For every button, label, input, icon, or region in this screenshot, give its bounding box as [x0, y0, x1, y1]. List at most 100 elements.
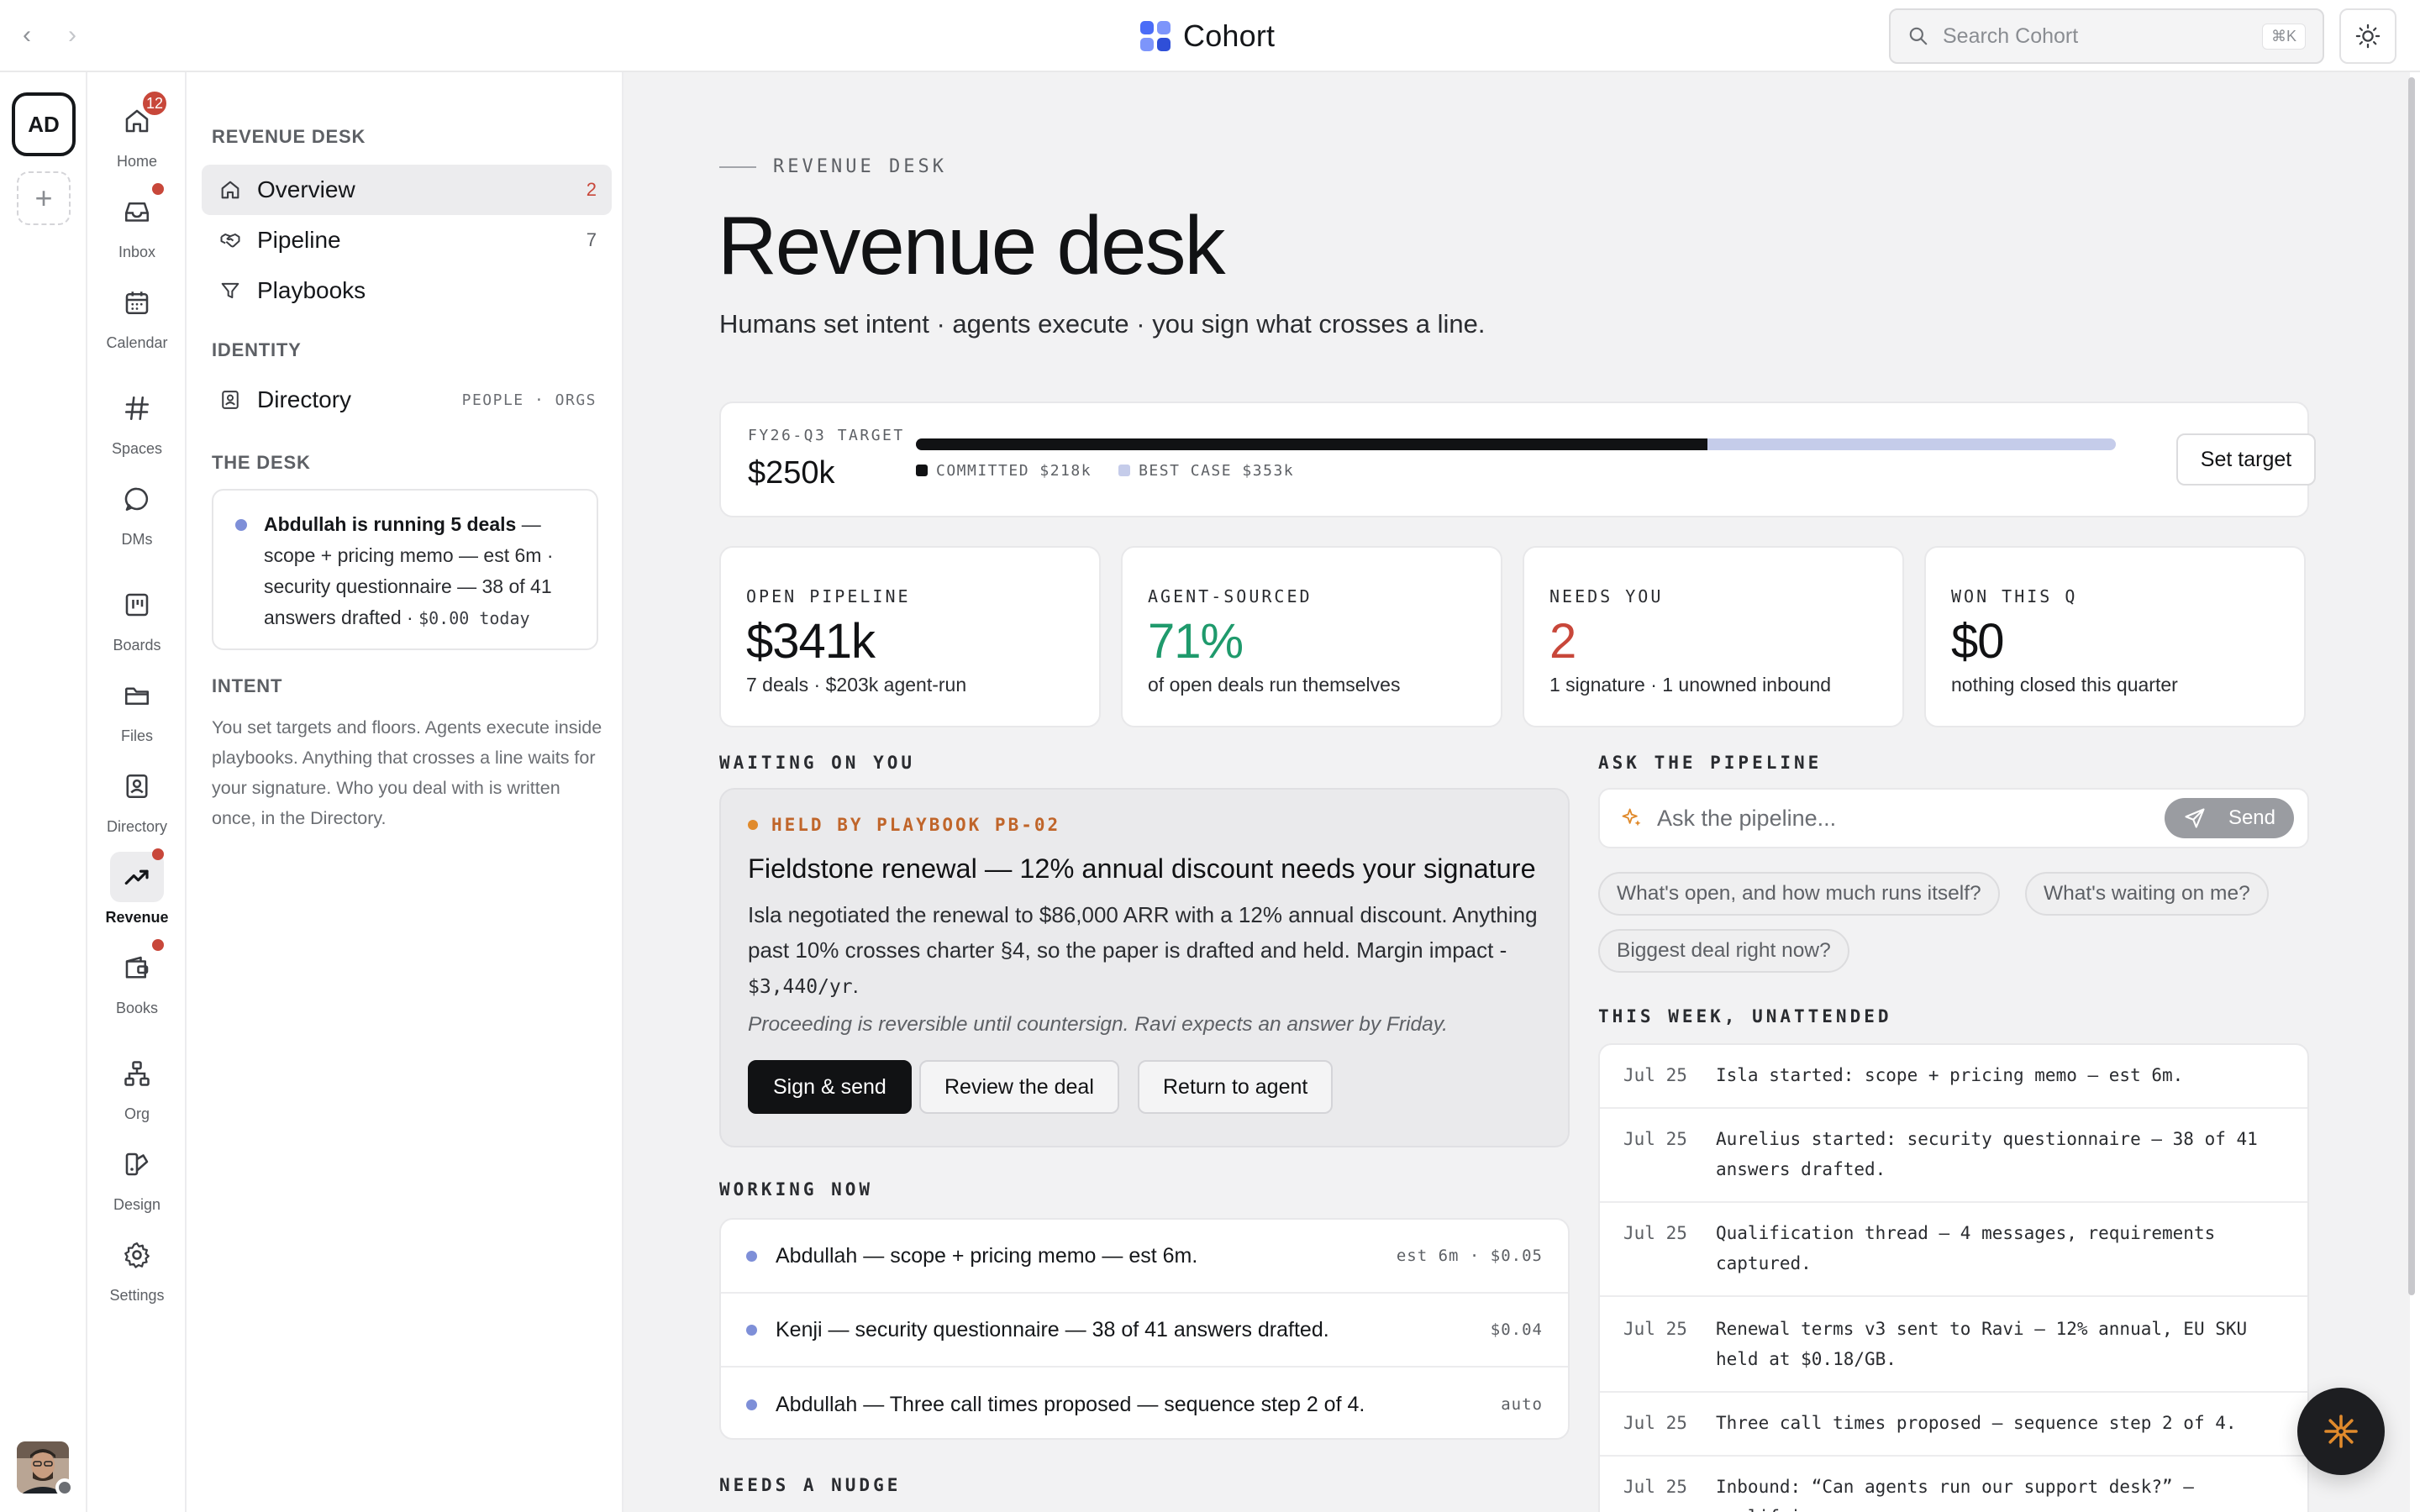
app-label: Directory — [106, 818, 167, 835]
work-item-meta: auto — [1501, 1395, 1543, 1414]
stat-card-won-this-q[interactable]: WON THIS Q $0 nothing closed this quarte… — [1924, 546, 2306, 727]
app-home[interactable]: 12 Home — [87, 89, 187, 180]
ask-pipeline-input[interactable] — [1657, 805, 2165, 832]
app-settings[interactable]: Settings — [87, 1230, 187, 1314]
list-item[interactable]: Jul 25 Qualification thread — 4 messages… — [1600, 1203, 2307, 1297]
workspace-switcher-ad[interactable]: AD — [12, 92, 76, 156]
app-rail: 12 Home Inbox Calendar Spaces DMs Boards — [87, 72, 187, 1512]
app-files[interactable]: Files — [87, 670, 187, 754]
brand[interactable]: Cohort — [1139, 17, 1275, 55]
return-to-agent-button[interactable]: Return to agent — [1138, 1060, 1334, 1114]
event-date: Jul 25 — [1623, 1477, 1687, 1497]
work-item-meta: est 6m · $0.05 — [1396, 1247, 1543, 1265]
event-date: Jul 25 — [1623, 1319, 1687, 1339]
list-item[interactable]: Jul 25 Renewal terms v3 sent to Ravi — 1… — [1600, 1297, 2307, 1393]
committed-progress-fill — [916, 438, 1708, 450]
search-input[interactable] — [1943, 24, 2262, 49]
list-item[interactable]: Jul 25 Three call times proposed — seque… — [1600, 1393, 2307, 1457]
sidebar-section-identity: IDENTITY — [212, 339, 302, 360]
app-books[interactable]: Books — [87, 939, 187, 1026]
suggestion-chip[interactable]: Biggest deal right now? — [1598, 929, 1849, 973]
directory-tags: PEOPLE · ORGS — [461, 391, 597, 409]
chat-icon — [124, 487, 149, 512]
event-text: Three call times proposed — sequence ste… — [1716, 1413, 2237, 1433]
approval-note: Proceeding is reversible until countersi… — [748, 1013, 1448, 1036]
page-title: Revenue desk — [718, 199, 1226, 291]
section-heading-waiting: WAITING ON YOU — [719, 753, 916, 773]
app-label: DMs — [121, 531, 153, 548]
theme-toggle-button[interactable] — [2339, 8, 2396, 64]
assistant-fab-button[interactable] — [2297, 1388, 2385, 1475]
forward-arrow-icon[interactable]: › — [55, 18, 89, 52]
inbox-icon — [124, 202, 150, 222]
section-sidebar: REVENUE DESK Overview 2 Pipeline 7 Playb… — [187, 72, 623, 1512]
suggestion-chip[interactable]: What's open, and how much runs itself? — [1598, 872, 2000, 916]
add-workspace-button[interactable]: + — [17, 171, 71, 225]
sidebar-item-pipeline[interactable]: Pipeline 7 — [202, 215, 612, 265]
home-icon — [221, 181, 239, 199]
work-item-text: Abdullah — Three call times proposed — s… — [776, 1392, 1365, 1416]
list-item[interactable]: Abdullah — Three call times proposed — s… — [721, 1368, 1568, 1441]
target-label: FY26-Q3 TARGET — [748, 427, 905, 444]
stat-label: NEEDS YOU — [1549, 586, 1664, 606]
app-org[interactable]: Org — [87, 1048, 187, 1132]
stat-value: 71% — [1148, 614, 1244, 669]
page-subtitle: Humans set intent · agents execute · you… — [719, 309, 1486, 339]
set-target-button[interactable]: Set target — [2176, 433, 2316, 486]
desk-status-card[interactable]: Abdullah is running 5 deals — scope + pr… — [212, 489, 598, 650]
list-item[interactable]: Kenji — security questionnaire — 38 of 4… — [721, 1294, 1568, 1368]
approval-title: Fieldstone renewal — 12% annual discount… — [748, 853, 1536, 884]
review-deal-button[interactable]: Review the deal — [919, 1060, 1119, 1114]
list-item[interactable]: Abdullah — scope + pricing memo — est 6m… — [721, 1220, 1568, 1294]
app-spaces[interactable]: Spaces — [87, 383, 187, 467]
app-directory[interactable]: Directory — [87, 761, 187, 845]
app-revenue[interactable]: Revenue — [87, 848, 187, 936]
sidebar-item-playbooks[interactable]: Playbooks — [202, 265, 612, 316]
cohort-logo-icon — [1140, 21, 1171, 51]
main-scrollbar[interactable] — [2408, 77, 2415, 1295]
status-dot — [746, 1250, 757, 1262]
stat-card-agent-sourced[interactable]: AGENT-SOURCED 71% of open deals run them… — [1121, 546, 1502, 727]
stat-description: nothing closed this quarter — [1951, 674, 2178, 696]
app-dms[interactable]: DMs — [87, 474, 187, 558]
ask-pipeline-box[interactable]: Send — [1598, 788, 2309, 848]
stat-value: $341k — [746, 614, 876, 669]
stat-card-open-pipeline[interactable]: OPEN PIPELINE $341k 7 deals · $203k agen… — [719, 546, 1101, 727]
stat-value: 2 — [1549, 614, 1576, 669]
stat-card-needs-you[interactable]: NEEDS YOU 2 1 signature · 1 unowned inbo… — [1523, 546, 1904, 727]
send-label: Send — [2228, 806, 2275, 829]
sidebar-item-label: Pipeline — [257, 227, 341, 253]
sign-and-send-button[interactable]: Sign & send — [748, 1060, 912, 1114]
wallet-icon — [125, 956, 149, 979]
sidebar-item-label: Playbooks — [257, 277, 366, 303]
list-item[interactable]: Jul 25 Isla started: scope + pricing mem… — [1600, 1045, 2307, 1109]
app-calendar[interactable]: Calendar — [87, 277, 187, 361]
sidebar-item-label: Overview — [257, 176, 355, 202]
status-dot — [746, 1324, 757, 1336]
search-box[interactable]: ⌘K — [1889, 8, 2324, 64]
stat-label: OPEN PIPELINE — [746, 586, 911, 606]
event-text: Isla started: scope + pricing memo — est… — [1716, 1065, 2184, 1085]
unattended-activity-list: Jul 25 Isla started: scope + pricing mem… — [1598, 1043, 2309, 1512]
sidebar-section-intent: INTENT — [212, 675, 283, 696]
trend-up-icon — [124, 869, 149, 885]
send-button[interactable]: Send — [2164, 798, 2294, 838]
event-text: Aurelius started: security questionnaire… — [1716, 1129, 2258, 1179]
app-design[interactable]: Design — [87, 1139, 187, 1223]
sidebar-item-overview[interactable]: Overview 2 — [202, 165, 612, 215]
list-item[interactable]: Jul 25 Aurelius started: security questi… — [1600, 1109, 2307, 1203]
suggestion-chip[interactable]: What's waiting on me? — [2025, 872, 2269, 916]
section-heading-week: THIS WEEK, UNATTENDED — [1598, 1006, 1892, 1026]
app-label: Org — [124, 1105, 150, 1122]
app-label: Revenue — [105, 909, 169, 926]
stat-description: 7 deals · $203k agent-run — [746, 674, 967, 696]
app-name: Cohort — [1183, 18, 1276, 53]
sidebar-item-count: 2 — [586, 179, 597, 200]
sidebar-item-count: 7 — [586, 229, 597, 250]
app-boards[interactable]: Boards — [87, 580, 187, 664]
back-arrow-icon[interactable]: ‹ — [10, 18, 44, 52]
stat-description: 1 signature · 1 unowned inbound — [1549, 674, 1832, 696]
list-item[interactable]: Jul 25 Inbound: “Can agents run our supp… — [1600, 1457, 2307, 1512]
sidebar-item-directory[interactable]: Directory PEOPLE · ORGS — [202, 375, 612, 425]
app-inbox[interactable]: Inbox — [87, 183, 187, 270]
